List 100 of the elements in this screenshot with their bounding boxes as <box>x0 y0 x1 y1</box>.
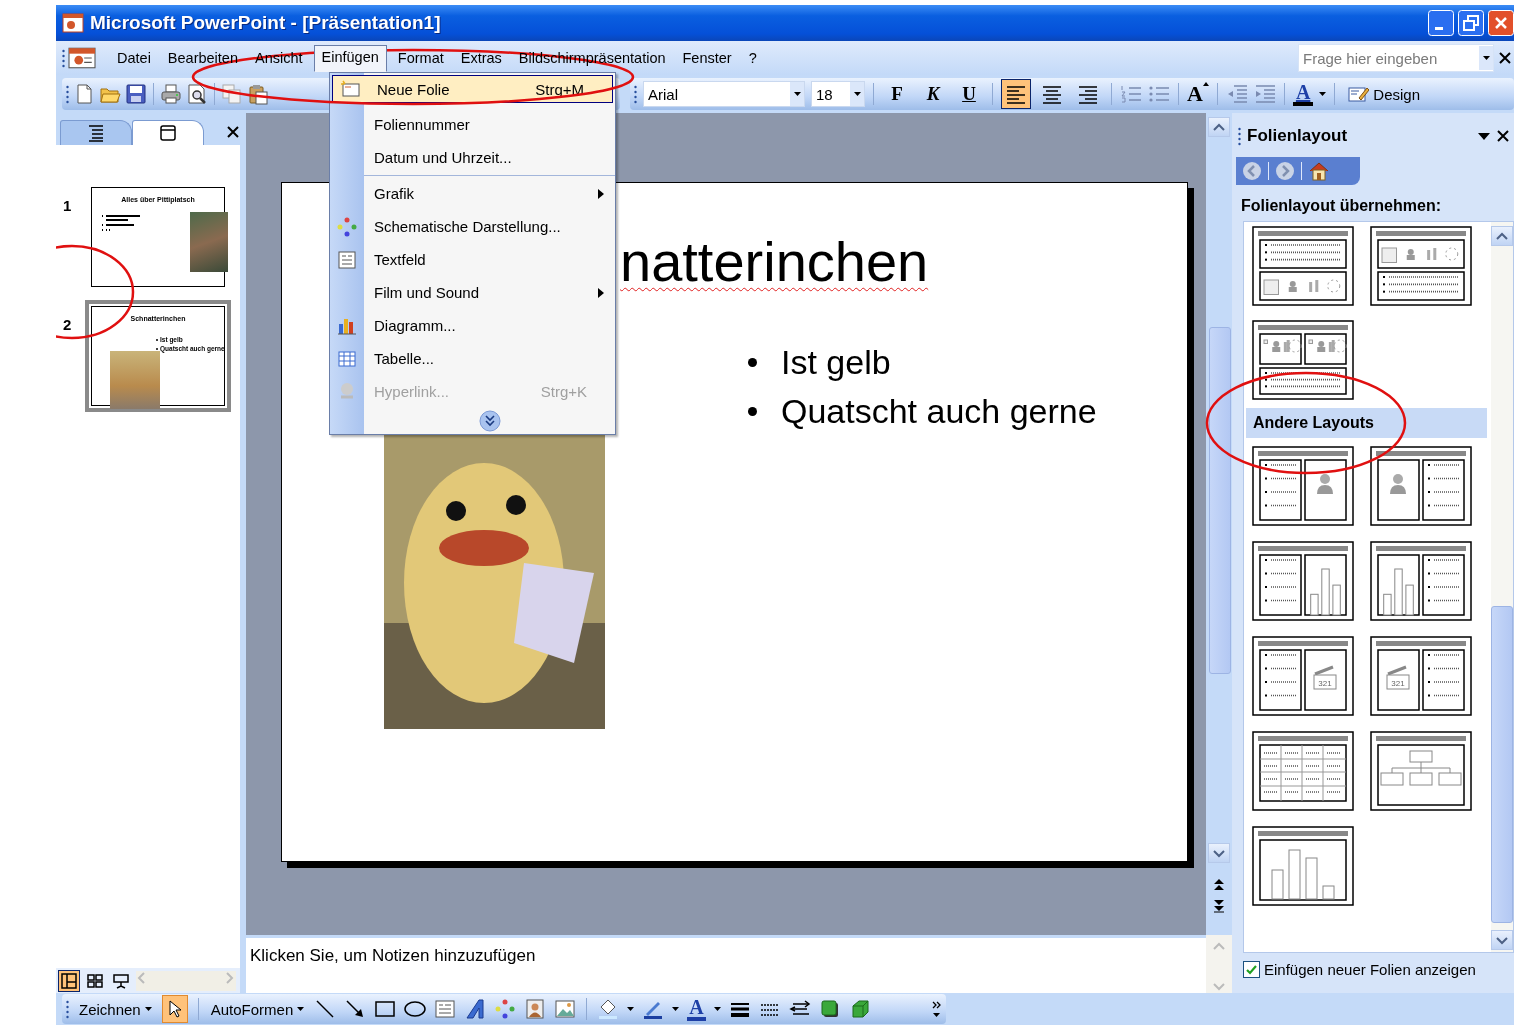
layout-thumbnail[interactable]: 321 <box>1252 636 1354 716</box>
bullet-icon <box>748 358 757 367</box>
up-arrow-icon <box>1202 81 1209 87</box>
layout-thumbnail[interactable]: 321 <box>1370 636 1472 716</box>
dropdown-arrow-icon[interactable] <box>1319 92 1327 96</box>
help-search-field[interactable]: Frage hier eingeben <box>1298 44 1494 72</box>
layout-thumbnail[interactable] <box>1370 541 1472 621</box>
font-color-button[interactable]: A <box>687 997 706 1021</box>
menu-item[interactable]: Extras <box>454 47 508 69</box>
home-icon[interactable] <box>1308 161 1330 181</box>
grip-icon[interactable] <box>66 84 69 104</box>
table-icon <box>337 348 357 369</box>
grip-icon[interactable] <box>66 999 69 1019</box>
close-icon[interactable] <box>1498 51 1512 65</box>
scrollbar-thumb[interactable] <box>1209 326 1231 674</box>
clip-art-icon[interactable] <box>524 998 547 1020</box>
menu-item[interactable]: Grafik <box>330 177 615 210</box>
checkbox[interactable] <box>1243 961 1260 978</box>
slides-tab[interactable] <box>132 120 204 145</box>
dropdown-arrow-icon[interactable] <box>627 1007 635 1011</box>
outline-tab[interactable] <box>60 120 132 145</box>
layout-thumbnail[interactable] <box>1252 446 1354 526</box>
diagram-icon[interactable] <box>494 998 517 1020</box>
menu-item[interactable]: Diagramm... <box>330 309 615 342</box>
close-icon[interactable] <box>226 125 240 139</box>
new-slide-icon <box>340 79 360 99</box>
align-left-icon <box>1005 83 1027 105</box>
scrollbar-thumb[interactable] <box>1491 606 1513 923</box>
menu-item[interactable]: Bearbeiten <box>161 47 244 69</box>
picture-icon[interactable] <box>554 998 577 1020</box>
dropdown-arrow-icon[interactable] <box>672 1007 680 1011</box>
copy-icon[interactable] <box>221 83 243 105</box>
bullet-text: Ist gelb <box>781 343 891 382</box>
fill-color-icon[interactable] <box>597 998 620 1020</box>
menu-item[interactable]: Datum und Uhrzeit... <box>330 141 615 174</box>
select-objects-button[interactable] <box>161 995 188 1023</box>
menu-item[interactable]: ? <box>742 47 763 69</box>
presentation-icon[interactable] <box>65 45 99 71</box>
scroll-up-button[interactable] <box>1491 226 1513 246</box>
layout-thumbnail[interactable] <box>1370 226 1472 306</box>
font-color-button[interactable]: A <box>1292 82 1314 106</box>
italic-button[interactable]: K <box>918 80 948 108</box>
text-box-icon <box>337 249 357 270</box>
wordart-icon[interactable] <box>464 998 487 1020</box>
ellipse-icon[interactable] <box>404 998 427 1020</box>
close-icon[interactable] <box>1496 129 1510 143</box>
expand-menu-icon[interactable] <box>478 410 501 432</box>
back-icon[interactable] <box>1242 161 1262 181</box>
previous-slide-icon[interactable] <box>1213 877 1225 891</box>
menu-item[interactable]: Fenster <box>676 47 738 69</box>
dropdown-arrow-icon[interactable] <box>853 92 861 96</box>
menu-item[interactable]: Format <box>391 47 450 69</box>
print-preview-icon[interactable] <box>186 83 208 105</box>
layout-thumbnail[interactable] <box>1370 731 1472 811</box>
dropdown-arrow-icon[interactable] <box>713 1007 721 1011</box>
draw-menu[interactable]: Zeichnen <box>77 1000 154 1018</box>
toolbar-options-icon[interactable] <box>931 999 942 1019</box>
menu-item[interactable]: Film und Sound <box>330 276 615 309</box>
increase-font-size-button[interactable]: A <box>1187 81 1209 107</box>
print-icon[interactable] <box>160 83 182 105</box>
scroll-up-button[interactable] <box>1208 117 1230 137</box>
autoshapes-menu[interactable]: AutoFormen <box>208 1000 307 1018</box>
scroll-down-button[interactable] <box>1208 843 1230 863</box>
grip-icon[interactable] <box>1238 126 1241 146</box>
align-left-button[interactable] <box>1001 79 1031 109</box>
menu-item[interactable]: Textfeld <box>330 243 615 276</box>
design-button[interactable]: Design <box>1343 81 1425 107</box>
menu-item[interactable]: Einfügen <box>313 44 387 72</box>
grip-icon[interactable] <box>62 48 65 68</box>
dropdown-arrow-icon[interactable] <box>1478 132 1490 140</box>
font-size-field[interactable]: 18 <box>811 81 865 107</box>
menu-item[interactable]: Foliennummer <box>330 108 615 141</box>
grip-icon[interactable] <box>634 84 637 104</box>
menu-item[interactable]: Datei <box>111 47 157 69</box>
close-button[interactable] <box>1488 10 1514 36</box>
layout-thumbnail[interactable] <box>1252 731 1354 811</box>
menu-item[interactable]: Schematische Darstellung... <box>330 210 615 243</box>
slides-icon <box>158 123 178 143</box>
layout-thumbnail[interactable] <box>1252 541 1354 621</box>
text-box-icon[interactable] <box>434 998 457 1020</box>
normal-view-button[interactable] <box>58 969 80 992</box>
paste-icon[interactable] <box>247 83 269 105</box>
layout-thumbnail[interactable] <box>1252 826 1354 906</box>
restore-button[interactable] <box>1458 10 1484 36</box>
dropdown-arrow-icon[interactable] <box>1482 56 1490 60</box>
bold-button[interactable]: F <box>882 80 912 108</box>
shadow-icon[interactable] <box>818 998 841 1020</box>
save-icon[interactable] <box>125 83 147 105</box>
forward-icon[interactable] <box>1275 161 1295 181</box>
underline-button[interactable]: U <box>954 80 984 108</box>
dropdown-arrow-icon[interactable] <box>793 92 801 96</box>
next-slide-icon[interactable] <box>1213 899 1225 913</box>
font-field[interactable]: Arial <box>643 81 805 107</box>
layout-thumbnail[interactable] <box>1252 226 1354 306</box>
scroll-down-button[interactable] <box>1491 930 1513 950</box>
layout-thumbnail[interactable] <box>1370 446 1472 526</box>
minimize-button[interactable] <box>1428 10 1454 36</box>
layout-thumbnail[interactable] <box>1252 320 1354 400</box>
menu-item[interactable]: Tabelle... <box>330 342 615 375</box>
rectangle-icon[interactable] <box>374 998 397 1020</box>
